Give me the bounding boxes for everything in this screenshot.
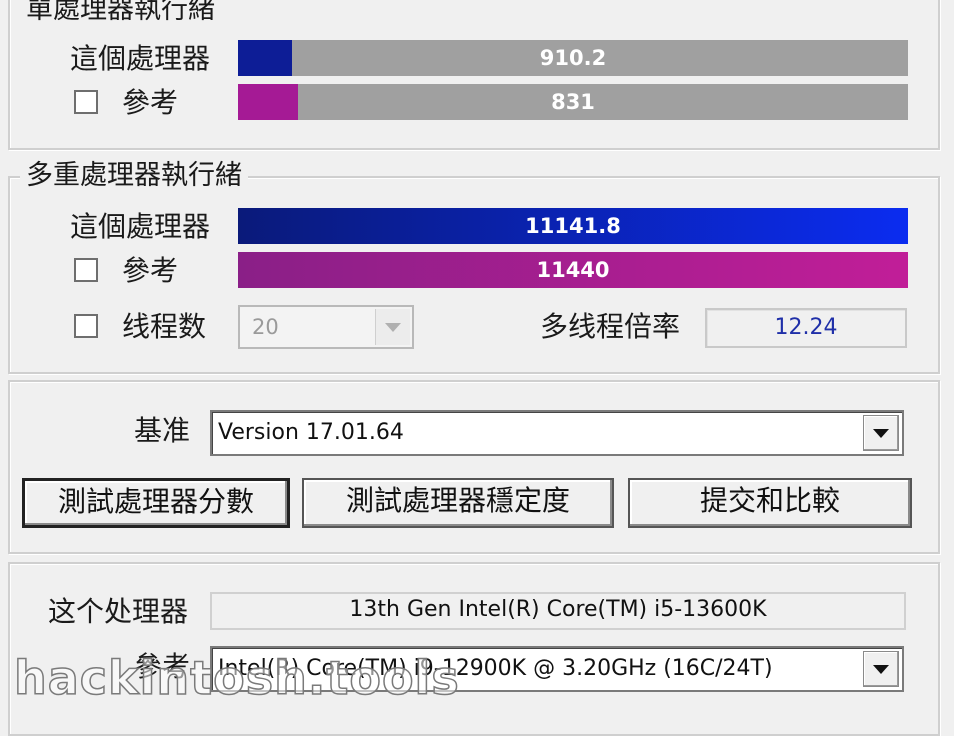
single-reference-checkbox[interactable]	[74, 90, 98, 114]
multi-this-cpu-bar: 11141.8	[238, 208, 908, 244]
multi-reference-bar: 11440	[238, 252, 908, 288]
multithread-ratio-label: 多线程倍率	[540, 310, 681, 343]
benchmark-version-value: Version 17.01.64	[218, 420, 404, 445]
chevron-down-icon	[385, 323, 401, 332]
single-reference-label: 參考	[122, 86, 179, 119]
bench-cpu-button[interactable]: 測試處理器分數	[22, 478, 290, 528]
threads-label: 线程数	[122, 310, 207, 343]
single-this-cpu-bar: 910.2	[238, 40, 908, 76]
multi-thread-title: 多重處理器執行緒	[20, 160, 248, 192]
chevron-down-icon	[873, 665, 889, 674]
threads-select-arrow[interactable]	[375, 309, 410, 345]
stress-cpu-button[interactable]: 測試處理器穩定度	[302, 478, 614, 528]
multi-this-cpu-label: 這個處理器	[70, 210, 211, 243]
single-reference-score: 831	[551, 90, 595, 114]
multi-reference-label: 參考	[122, 254, 179, 287]
benchmark-version-select[interactable]: Version 17.01.64	[210, 410, 904, 456]
chevron-down-icon	[873, 429, 889, 438]
threads-select-value: 20	[252, 315, 279, 339]
single-this-cpu-label: 這個處理器	[70, 42, 211, 75]
single-reference-bar: 831	[238, 84, 908, 120]
multithread-ratio-value: 12.24	[705, 308, 907, 348]
multi-this-cpu-score: 11141.8	[525, 214, 621, 238]
benchmark-label: 基准	[134, 414, 191, 447]
benchmark-version-dropdown-button[interactable]	[863, 415, 899, 451]
multi-reference-checkbox[interactable]	[74, 258, 98, 282]
threads-checkbox[interactable]	[74, 314, 98, 338]
this-cpu-name: 13th Gen Intel(R) Core(TM) i5-13600K	[210, 592, 906, 630]
watermark-text: hackintosh.tools	[13, 650, 460, 706]
single-this-cpu-score: 910.2	[539, 46, 607, 70]
this-cpu-label: 这个处理器	[48, 595, 189, 628]
submit-compare-button[interactable]: 提交和比較	[628, 478, 912, 528]
reference-cpu-dropdown-button[interactable]	[863, 651, 899, 687]
multi-reference-score: 11440	[536, 258, 610, 282]
threads-select[interactable]: 20	[238, 305, 414, 349]
single-thread-title: 單處理器執行緒	[20, 0, 221, 26]
